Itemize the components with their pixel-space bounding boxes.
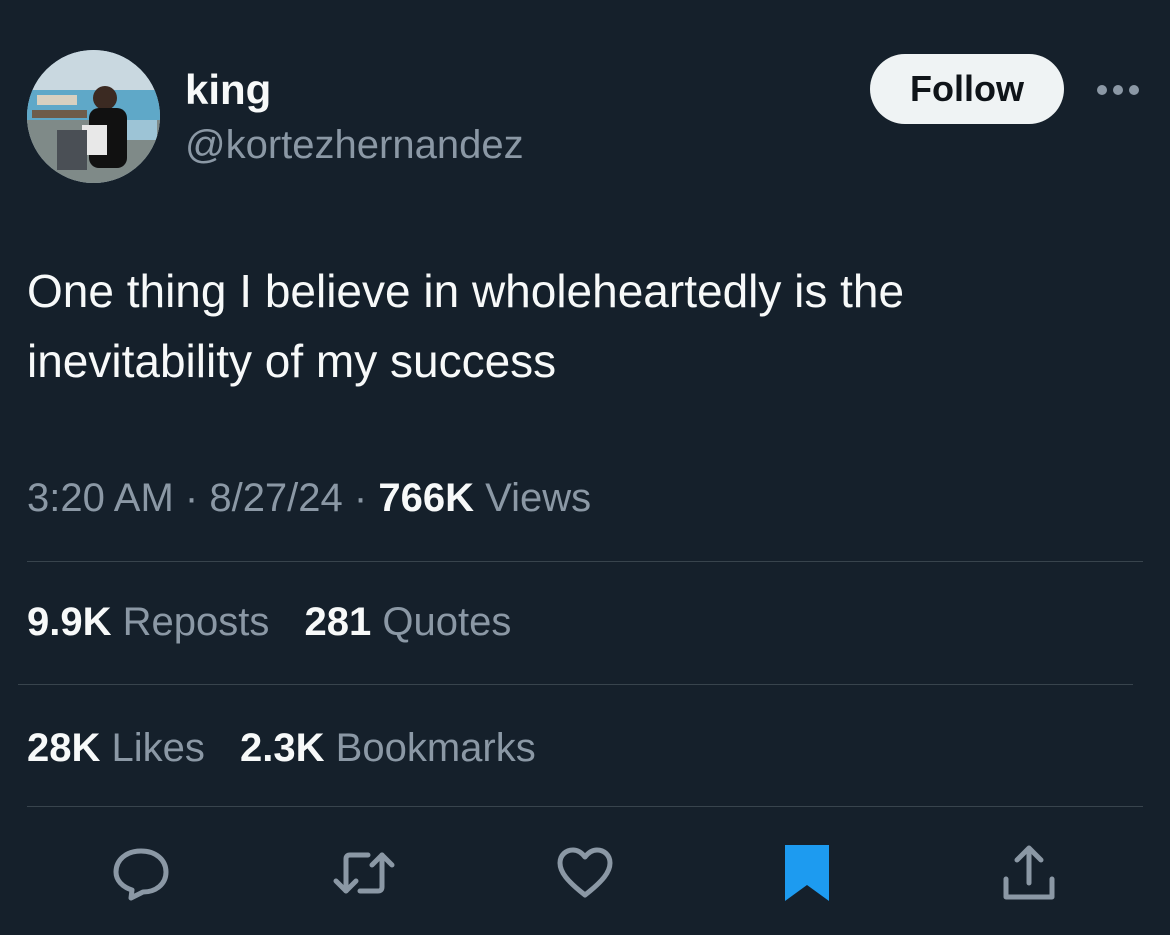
bookmark-button[interactable] [772,838,842,908]
more-horizontal-icon [1097,85,1139,95]
views-count: 766K [378,476,474,520]
reposts-count: 9.9K [27,600,112,644]
likes-count: 28K [27,726,101,770]
retweet-icon [333,852,395,894]
like-icon [557,847,613,898]
quotes-count: 281 [304,600,372,644]
reposts-stat[interactable]: 9.9K Reposts [27,596,269,648]
tweet-meta: 3:20 AM · 8/27/24 · 766K Views [27,472,591,524]
share-button[interactable] [994,838,1064,908]
likes-stat[interactable]: 28K Likes [27,722,205,774]
tweet-text: One thing I believe in wholeheartedly is… [27,265,905,387]
divider [18,684,1133,685]
bookmarks-label: Bookmarks [335,726,536,770]
share-icon [1003,845,1055,900]
follow-button[interactable]: Follow [870,54,1064,124]
quotes-stat[interactable]: 281 Quotes [305,596,512,648]
meta-separator: · [353,476,379,520]
bookmarks-stat[interactable]: 2.3K Bookmarks [240,722,536,774]
author-display-name[interactable]: king [185,64,271,116]
divider [27,806,1143,807]
avatar[interactable] [27,50,160,183]
meta-separator: · [184,476,210,520]
tweet-time[interactable]: 3:20 AM [27,476,174,520]
more-options-button[interactable] [1088,70,1148,110]
divider [27,561,1143,562]
quotes-label: Quotes [382,600,512,644]
likes-label: Likes [111,726,205,770]
retweet-button[interactable] [329,838,399,908]
reply-icon [113,848,169,901]
reposts-label: Reposts [122,600,270,644]
author-handle[interactable]: @kortezhernandez [185,120,524,170]
bookmarks-count: 2.3K [240,726,325,770]
tweet-date[interactable]: 8/27/24 [209,476,342,520]
like-button[interactable] [550,838,620,908]
stats-row-reposts-quotes: 9.9K Reposts 281 Quotes [27,596,535,648]
bookmark-icon [785,845,829,901]
action-bar [0,838,1170,908]
reply-button[interactable] [106,838,176,908]
stats-row-likes-bookmarks: 28K Likes 2.3K Bookmarks [27,722,560,774]
views-label: Views [485,476,592,520]
